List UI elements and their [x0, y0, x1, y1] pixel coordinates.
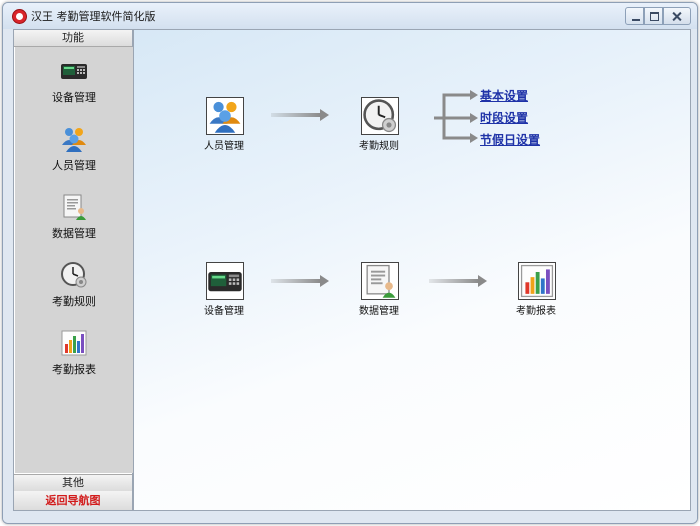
flow-node-label: 考勤规则 [359, 141, 399, 152]
sidebar-item-device[interactable]: 设备管理 [15, 53, 133, 113]
sidebar-item-label: 考勤报表 [52, 363, 96, 376]
window-controls [625, 7, 691, 25]
sidebar-header-function[interactable]: 功能 [14, 30, 132, 47]
minimize-button[interactable] [625, 7, 645, 25]
sidebar-body: 设备管理 人员管理 数据管理 考勤规则 考勤报表 [14, 47, 133, 473]
bar-chart-icon [518, 262, 556, 300]
flow-node-device[interactable]: 设备管理 [184, 262, 264, 322]
sidebar-item-label: 设备管理 [52, 91, 96, 104]
arrow-right-icon [271, 275, 329, 287]
navigation-diagram: 人员管理 考勤规则 基本设置 时段设置 节假日设置 设备管理 数据管理 考勤报表 [133, 29, 691, 511]
back-to-navigation-button[interactable]: 返回导航图 [14, 491, 132, 510]
arrow-right-icon [271, 109, 329, 121]
flow-node-label: 人员管理 [204, 141, 244, 152]
users-icon [206, 97, 244, 135]
sidebar-section-other[interactable]: 其他 [14, 474, 132, 492]
sidebar-item-label: 考勤规则 [52, 295, 96, 308]
device-terminal-icon [60, 57, 88, 85]
link-holiday-settings[interactable]: 节假日设置 [480, 131, 540, 148]
users-icon [60, 125, 88, 153]
sidebar-item-label: 人员管理 [52, 159, 96, 172]
window-bottom-border [3, 511, 697, 523]
flow-node-rules[interactable]: 考勤规则 [339, 97, 419, 157]
app-window: 汉王 考勤管理软件简化版 功能 设备管理 人员管理 数据管理 考勤规则 考勤报表… [2, 2, 698, 524]
sidebar-item-report[interactable]: 考勤报表 [15, 325, 133, 385]
flow-node-report[interactable]: 考勤报表 [496, 262, 576, 322]
bar-chart-icon [60, 329, 88, 357]
arrow-right-icon [429, 275, 487, 287]
sidebar-item-personnel[interactable]: 人员管理 [15, 121, 133, 181]
link-basic-settings[interactable]: 基本设置 [480, 87, 528, 104]
branch-arrows-icon [434, 90, 478, 143]
clock-icon [60, 261, 88, 289]
flow-node-label: 设备管理 [204, 306, 244, 317]
sidebar-item-data[interactable]: 数据管理 [15, 189, 133, 249]
maximize-button[interactable] [644, 7, 664, 25]
device-terminal-icon [206, 262, 244, 300]
link-period-settings[interactable]: 时段设置 [480, 109, 528, 126]
app-logo-icon [12, 9, 27, 24]
close-button[interactable] [663, 7, 691, 25]
title-bar: 汉王 考勤管理软件简化版 [3, 3, 697, 29]
sidebar-item-label: 数据管理 [52, 227, 96, 240]
data-document-icon [60, 193, 88, 221]
flow-node-label: 考勤报表 [516, 306, 556, 317]
clock-icon [361, 97, 399, 135]
sidebar: 功能 设备管理 人员管理 数据管理 考勤规则 考勤报表 其他 返回导航图 [13, 29, 133, 511]
window-title: 汉王 考勤管理软件简化版 [31, 10, 156, 23]
flow-node-personnel[interactable]: 人员管理 [184, 97, 264, 157]
data-document-icon [361, 262, 399, 300]
sidebar-item-rules[interactable]: 考勤规则 [15, 257, 133, 317]
flow-node-label: 数据管理 [359, 306, 399, 317]
flow-node-data[interactable]: 数据管理 [339, 262, 419, 322]
